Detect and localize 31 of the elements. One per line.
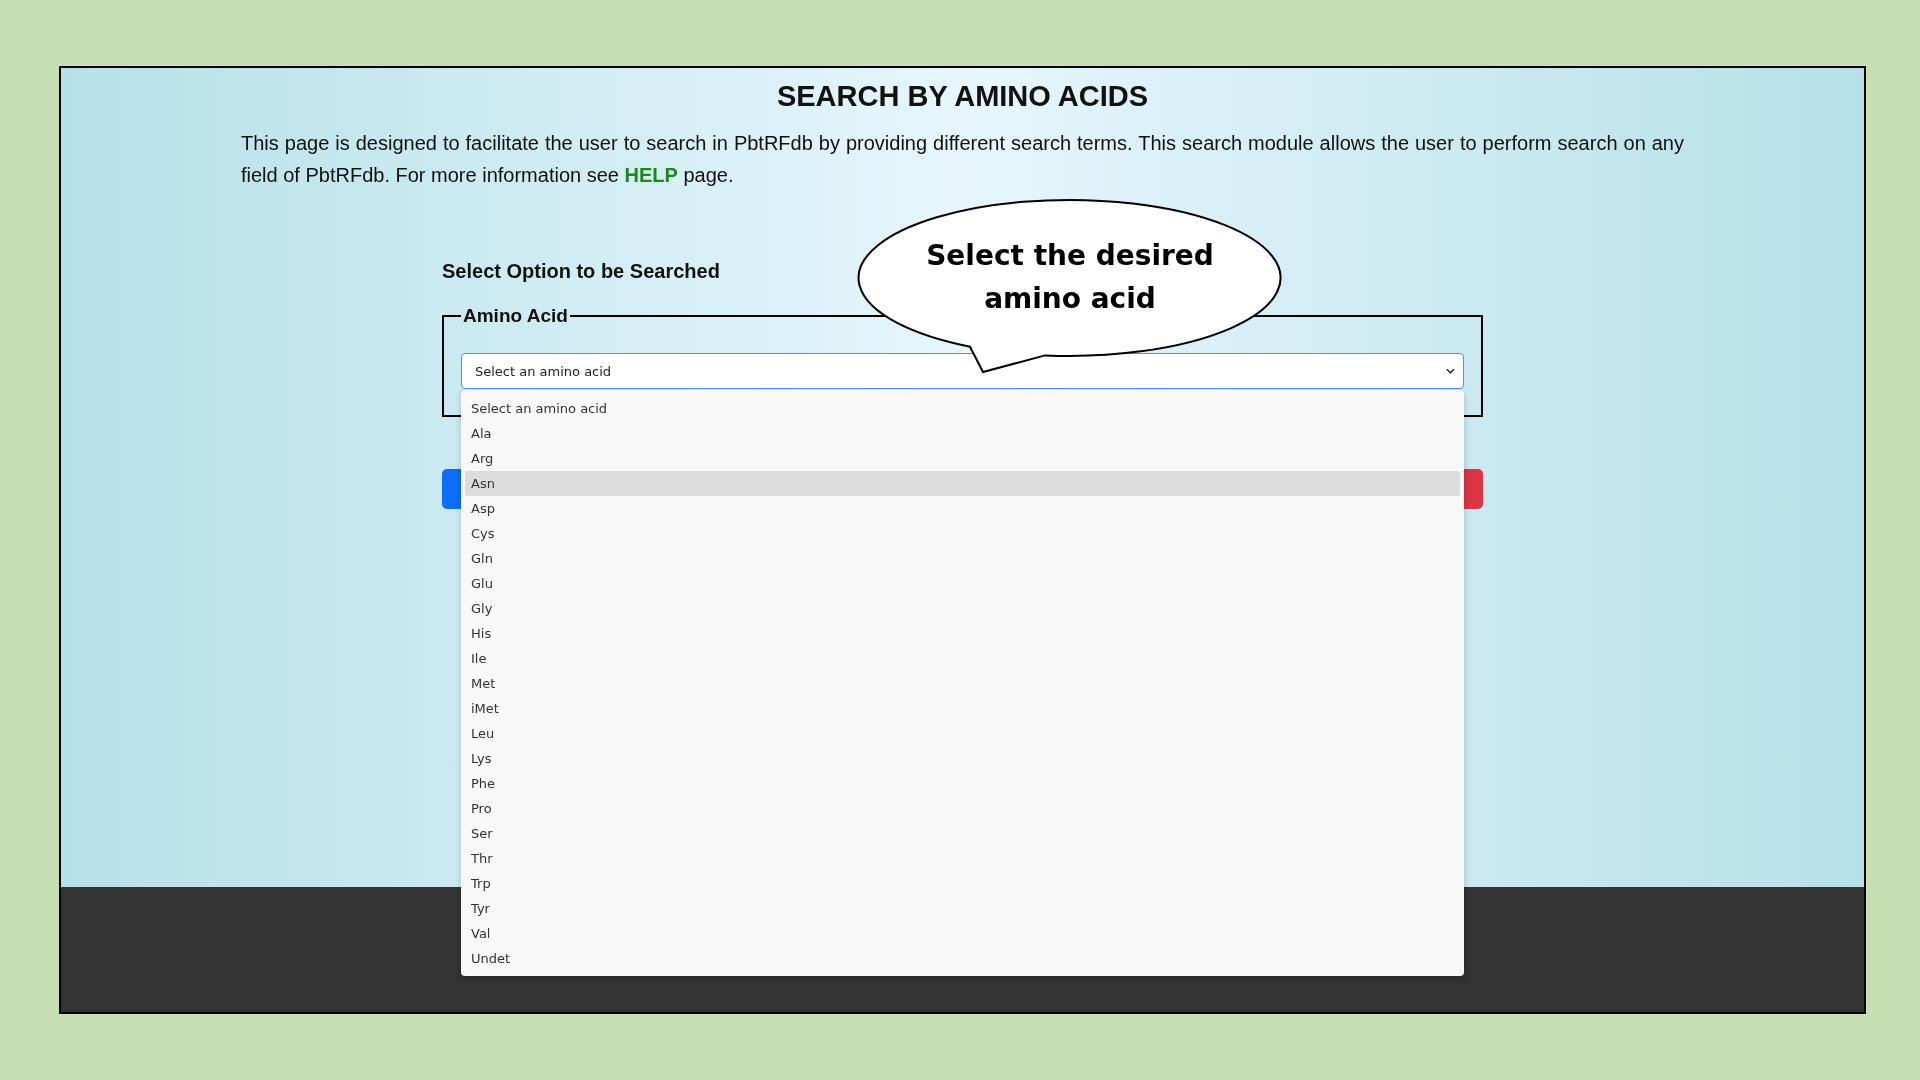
fieldset-legend: Amino Acid bbox=[461, 305, 570, 327]
dropdown-option[interactable]: Select an amino acid bbox=[465, 396, 1460, 421]
dropdown-option[interactable]: Trp bbox=[465, 871, 1460, 896]
page-title: SEARCH BY AMINO ACIDS bbox=[776, 80, 1149, 113]
dropdown-option[interactable]: Arg bbox=[465, 446, 1460, 471]
dropdown-option[interactable]: Phe bbox=[465, 771, 1460, 796]
dropdown-option[interactable]: Ala bbox=[465, 421, 1460, 446]
dropdown-option[interactable]: Met bbox=[465, 671, 1460, 696]
section-heading: Select Option to be Searched bbox=[442, 260, 720, 283]
dropdown-option[interactable]: Lys bbox=[465, 746, 1460, 771]
dropdown-option[interactable]: Ser bbox=[465, 821, 1460, 846]
dropdown-option[interactable]: Gln bbox=[465, 546, 1460, 571]
amino-acid-select[interactable]: Select an amino acid bbox=[461, 353, 1464, 389]
dropdown-option[interactable]: His bbox=[465, 621, 1460, 646]
callout-text: Select the desired amino acid bbox=[925, 238, 1215, 317]
dropdown-option[interactable]: Leu bbox=[465, 721, 1460, 746]
dropdown-option[interactable]: Thr bbox=[465, 846, 1460, 871]
dropdown-option[interactable]: Asn bbox=[465, 471, 1460, 496]
dropdown-option[interactable]: Pro bbox=[465, 796, 1460, 821]
dropdown-option[interactable]: Glu bbox=[465, 571, 1460, 596]
dropdown-option[interactable]: iMet bbox=[465, 696, 1460, 721]
help-link[interactable]: HELP bbox=[624, 164, 678, 186]
intro-paragraph: This page is designed to facilitate the user to search in PbtRFdb by providing different search terms. This search module allows the user to perform search on any field of PbtRFdb. For more information see HELP page. bbox=[241, 131, 1684, 188]
chevron-down-icon bbox=[1446, 368, 1455, 374]
dropdown-option[interactable]: Tyr bbox=[465, 896, 1460, 921]
dropdown-option[interactable]: Gly bbox=[465, 596, 1460, 621]
dropdown-option[interactable]: Asp bbox=[465, 496, 1460, 521]
dropdown-option[interactable]: Undet bbox=[465, 946, 1460, 971]
dropdown-option[interactable]: Val bbox=[465, 921, 1460, 946]
dropdown-option[interactable]: Cys bbox=[465, 521, 1460, 546]
dropdown-option[interactable]: Ile bbox=[465, 646, 1460, 671]
